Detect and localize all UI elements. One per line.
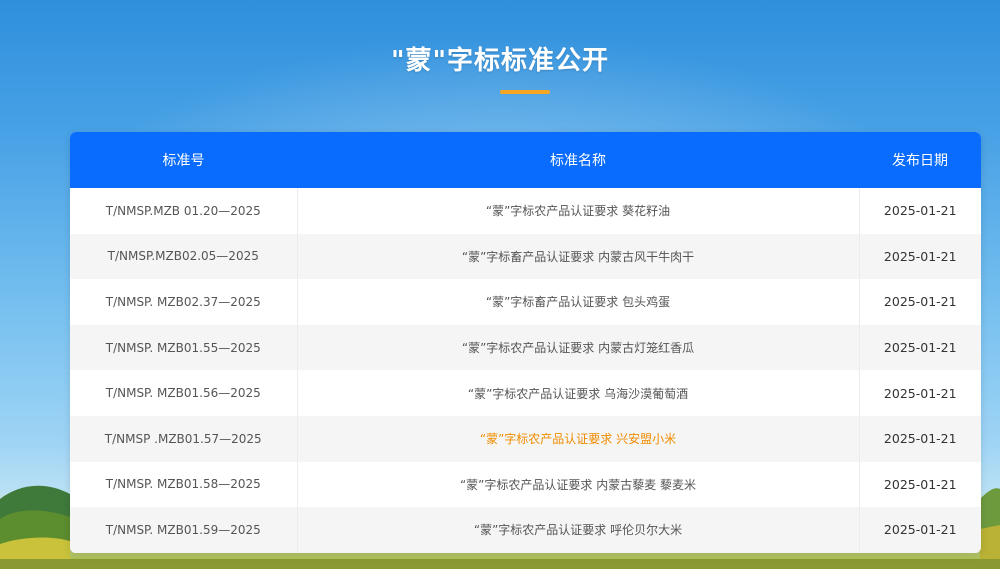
standard-code-cell: T/NMSP. MZB02.37—2025 [70, 279, 298, 325]
standard-name-link[interactable]: “蒙”字标畜产品认证要求 内蒙古风干牛肉干 [297, 233, 860, 280]
table-row[interactable]: T/NMSP.MZB02.05—2025 “蒙”字标畜产品认证要求 内蒙古风干牛… [70, 233, 981, 280]
table-row[interactable]: T/NMSP. MZB01.55—2025 “蒙”字标农产品认证要求 内蒙古灯笼… [70, 324, 981, 371]
standard-code-cell: T/NMSP.MZB02.05—2025 [70, 233, 298, 280]
table-row[interactable]: T/NMSP.MZB 01.20—2025 “蒙”字标农产品认证要求 葵花籽油 … [70, 188, 981, 234]
table-header-row: 标准号 标准名称 发布日期 [70, 132, 981, 188]
page-title: "蒙"字标标准公开 [390, 46, 610, 76]
publish-date-cell: 2025-01-21 [883, 294, 957, 310]
header-publish-date: 发布日期 [892, 153, 948, 169]
standard-code-cell: T/NMSP .MZB01.57—2025 [70, 415, 298, 462]
publish-date-cell: 2025-01-21 [883, 522, 957, 538]
standard-code-cell: T/NMSP. MZB01.59—2025 [70, 507, 298, 553]
standards-table: 标准号 标准名称 发布日期 T/NMSP.MZB 01.20—2025 “蒙”字… [70, 132, 981, 553]
table-row-hovered[interactable]: T/NMSP .MZB01.57—2025 “蒙”字标农产品认证要求 兴安盟小米… [70, 415, 981, 462]
publish-date-cell: 2025-01-21 [883, 340, 957, 356]
table-row[interactable]: T/NMSP. MZB02.37—2025 “蒙”字标畜产品认证要求 包头鸡蛋 … [70, 279, 981, 325]
publish-date-cell: 2025-01-21 [883, 385, 957, 401]
standards-table-card: 标准号 标准名称 发布日期 T/NMSP.MZB 01.20—2025 “蒙”字… [70, 132, 981, 553]
publish-date-cell: 2025-01-21 [883, 203, 957, 219]
table-row[interactable]: T/NMSP. MZB01.58—2025 “蒙”字标农产品认证要求 内蒙古藜麦… [70, 461, 981, 508]
standard-name-link[interactable]: “蒙”字标农产品认证要求 呼伦贝尔大米 [297, 507, 860, 553]
standard-name-link[interactable]: “蒙”字标农产品认证要求 内蒙古藜麦 藜麦米 [297, 461, 860, 508]
publish-date-cell: 2025-01-21 [883, 431, 957, 447]
standard-name-link[interactable]: “蒙”字标畜产品认证要求 包头鸡蛋 [297, 279, 860, 325]
publish-date-cell: 2025-01-21 [883, 248, 957, 264]
publish-date-cell: 2025-01-21 [883, 476, 957, 492]
standard-name-link[interactable]: “蒙”字标农产品认证要求 乌海沙漠葡萄酒 [297, 370, 860, 416]
standard-code-cell: T/NMSP. MZB01.58—2025 [70, 461, 298, 508]
standard-name-link-highlighted[interactable]: “蒙”字标农产品认证要求 兴安盟小米 [297, 415, 860, 462]
table-row[interactable]: T/NMSP. MZB01.56—2025 “蒙”字标农产品认证要求 乌海沙漠葡… [70, 370, 981, 416]
standard-code-cell: T/NMSP. MZB01.55—2025 [70, 324, 298, 371]
table-row[interactable]: T/NMSP. MZB01.59—2025 “蒙”字标农产品认证要求 呼伦贝尔大… [70, 507, 981, 553]
title-underline [500, 90, 550, 94]
standard-name-link[interactable]: “蒙”字标农产品认证要求 葵花籽油 [297, 188, 860, 234]
header-standard-name: 标准名称 [550, 153, 606, 169]
standard-name-link[interactable]: “蒙”字标农产品认证要求 内蒙古灯笼红香瓜 [297, 324, 860, 371]
standard-code-cell: T/NMSP. MZB01.56—2025 [70, 370, 298, 416]
header-standard-code: 标准号 [162, 153, 205, 169]
standard-code-cell: T/NMSP.MZB 01.20—2025 [70, 188, 298, 234]
